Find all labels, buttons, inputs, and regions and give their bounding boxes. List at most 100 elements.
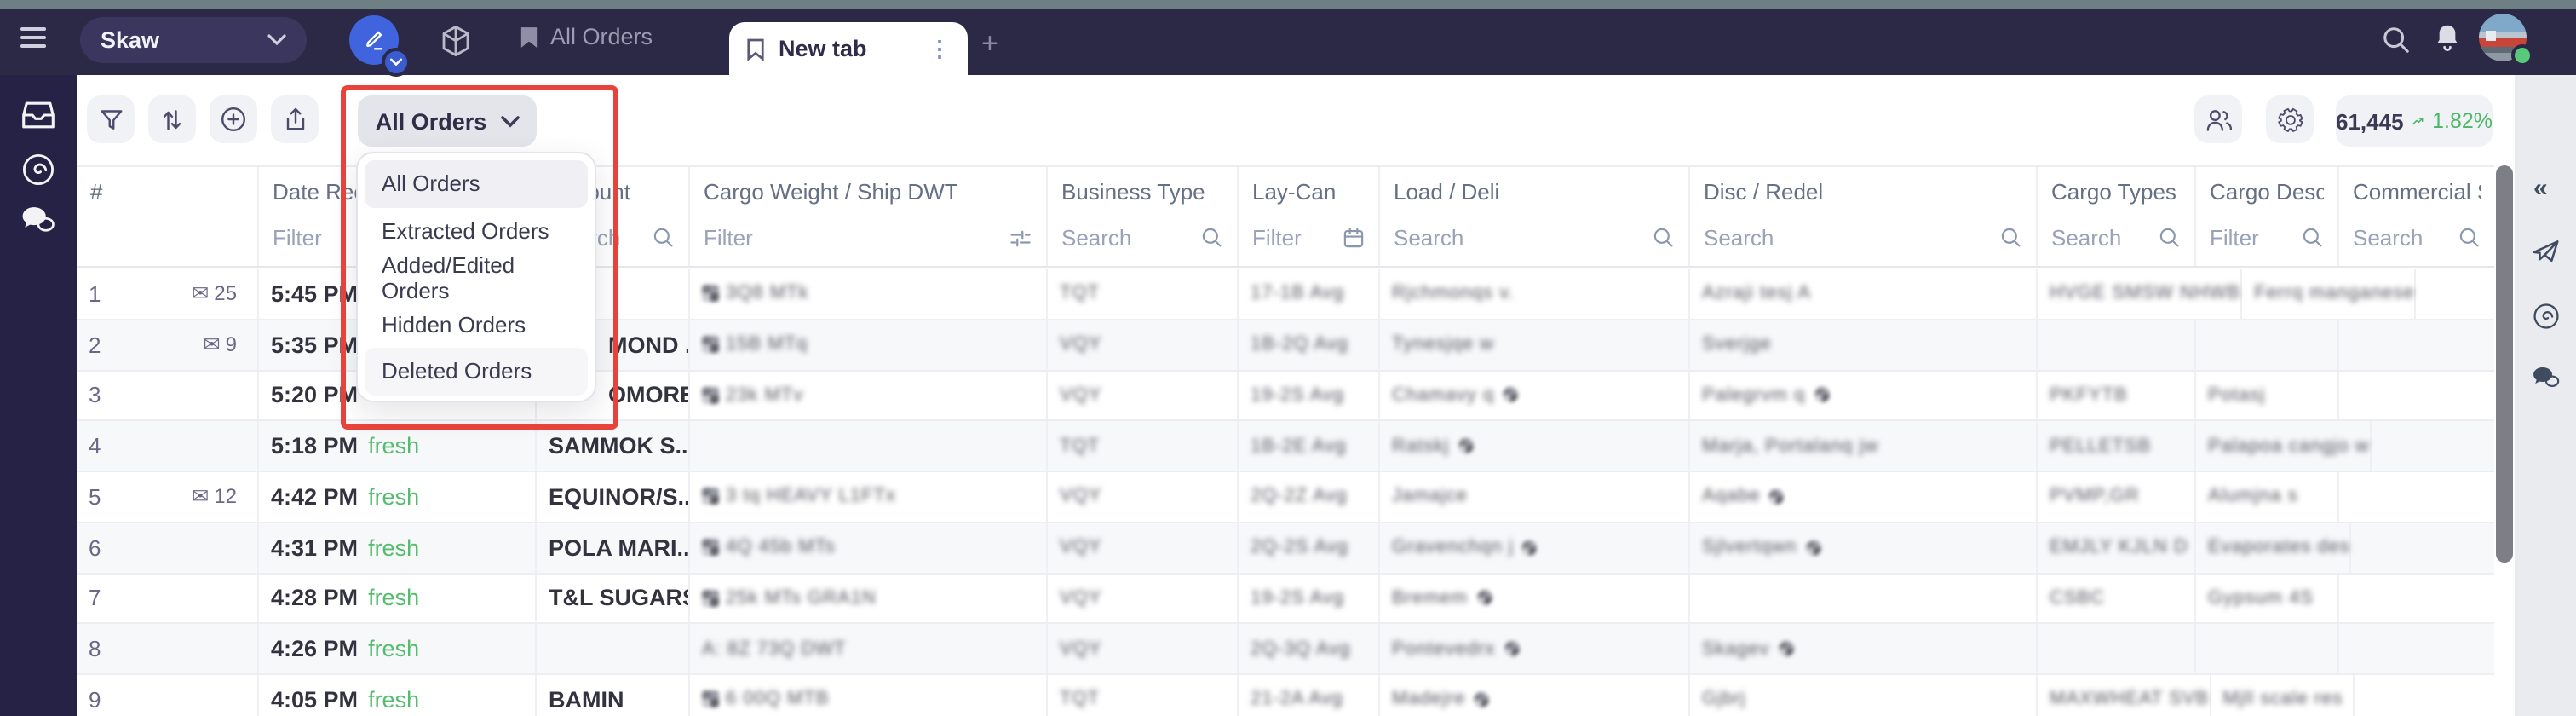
filter-placeholder: Filter [273, 225, 322, 251]
redacted-text: Gjbrj [1702, 690, 1745, 710]
redacted-text: Alumjna s [2208, 487, 2298, 507]
column-filter-input[interactable]: Filter [1252, 225, 1365, 251]
envelope-icon: ✉ [204, 334, 221, 355]
redacted-text: A: 8Z 73Q DWT [702, 638, 847, 659]
trend-percent: 1.82% [2432, 109, 2493, 133]
table-row[interactable]: 74:28 PMfreshT&L SUGARS25k MTs GRA1NVQY1… [77, 574, 2494, 625]
cell-comm-redacted [2417, 269, 2494, 319]
inbox-icon[interactable] [20, 99, 56, 131]
view-selector-button[interactable]: All Orders [358, 95, 537, 147]
account-name: T&L SUGARS [549, 586, 690, 611]
column-search-input[interactable]: Search [1394, 225, 1675, 251]
filter-button[interactable] [87, 95, 135, 143]
search-icon[interactable] [2382, 26, 2411, 55]
redacted-text: 1B-2Q Avg [1251, 334, 1348, 355]
menu-item-hidden-orders[interactable]: Hidden Orders [365, 301, 588, 348]
magnifier-icon [2458, 227, 2481, 249]
cell-account: POLA MARI... [537, 523, 690, 573]
column-label: Business Type [1061, 179, 1223, 205]
collapse-panel-icon[interactable]: « [2533, 174, 2548, 203]
column-search-input[interactable]: Search [1061, 225, 1223, 251]
column-header-cdesc: Cargo Desc.Filter [2196, 167, 2339, 266]
column-search-input[interactable]: Search [2353, 225, 2481, 251]
mail-count-badge[interactable]: ✉25 [192, 282, 257, 306]
received-time: 5:18 PM [271, 433, 358, 459]
row-number: 2 [89, 332, 101, 357]
hamburger-menu-icon[interactable] [20, 27, 46, 48]
row-number: 9 [89, 687, 101, 713]
tab-new-tab[interactable]: New tab ⋮ [729, 22, 968, 75]
column-search-input[interactable]: Search [1704, 225, 2022, 251]
export-button[interactable] [271, 95, 319, 143]
window-top-strip [0, 0, 2576, 9]
table-row[interactable]: 5✉124:42 PMfreshEQUINOR/S...3 tq HEAVY L… [77, 472, 2494, 523]
people-icon [2204, 107, 2233, 132]
pinned-tab-all-orders[interactable]: All Orders [520, 24, 653, 49]
received-time: 5:35 PM [271, 332, 358, 357]
redacted-text: 21-2A Avg [1251, 690, 1343, 710]
menu-item-extracted-orders[interactable]: Extracted Orders [365, 207, 588, 254]
column-label: Cargo Types [2051, 179, 2181, 205]
vertical-scrollbar-thumb[interactable] [2495, 165, 2512, 563]
redacted-text: Rjchmonqs v. [1392, 284, 1515, 304]
cell-comm-redacted [2339, 625, 2494, 674]
share-export-icon [282, 106, 308, 133]
compose-dropdown-badge[interactable] [382, 48, 411, 77]
table-row[interactable]: 94:05 PMfreshBAMIN6 00Q MTBTQT21-2A AvgM… [77, 675, 2494, 716]
mail-count-badge[interactable]: ✉9 [204, 332, 258, 356]
chat-bubbles-icon[interactable] [20, 205, 56, 235]
redacted-text: Sverjge [1702, 334, 1772, 355]
cell-load-redacted: Ratskj [1380, 422, 1690, 471]
cell-disc-redacted: Skagev [1690, 625, 2038, 674]
menu-item-all-orders[interactable]: All Orders [365, 160, 588, 207]
cell-ctype-redacted: HVGE SMSW NHWB [2038, 269, 2242, 319]
column-label: Commercial S [2353, 179, 2481, 205]
cell-cargo-redacted: 3 tq HEAVY L1FTx [690, 472, 1048, 522]
redacted-icon [1806, 540, 1821, 555]
bookmark-outline-icon [746, 37, 765, 61]
paper-plane-icon[interactable] [2532, 239, 2561, 264]
cube-icon[interactable] [438, 22, 474, 60]
redacted-icon [1476, 591, 1492, 606]
column-header-comm: Commercial S Search [2339, 167, 2494, 266]
column-filter-input[interactable]: Filter [2210, 225, 2324, 251]
redacted-text: 19-2S Avg [1251, 588, 1344, 609]
sort-button[interactable] [148, 95, 196, 143]
redacted-text: Skagev [1702, 638, 1769, 659]
menu-item-added-edited-orders[interactable]: Added/Edited Orders [365, 254, 588, 301]
redacted-icon [1475, 692, 1490, 707]
cell-cdesc-redacted: Alumjna s [2196, 472, 2339, 522]
settings-button[interactable] [2266, 95, 2314, 143]
column-label: Cargo Weight / Ship DWT [704, 179, 1032, 205]
magnifier-icon [1201, 227, 1223, 249]
radar-spiral-icon[interactable] [2532, 302, 2561, 331]
redacted-text: TQT [1060, 284, 1100, 304]
redacted-text: Azraji tesj A [1702, 284, 1811, 304]
table-row[interactable]: 64:31 PMfreshPOLA MARI...4Q 45b MTsVQY2Q… [77, 523, 2494, 575]
redacted-text: Gypsum 4S [2208, 588, 2314, 609]
column-filter-input[interactable]: Filter [704, 225, 1032, 251]
cell-comm-redacted [2339, 472, 2494, 522]
cell-row-number: 7 [77, 574, 259, 623]
new-tab-button[interactable]: + [981, 29, 998, 58]
tab-options-kebab-icon[interactable]: ⋮ [929, 35, 951, 62]
menu-item-deleted-orders[interactable]: Deleted Orders [365, 348, 588, 395]
table-row[interactable]: 45:18 PMfreshSAMMOK S...TQT1B-2E AvgRats… [77, 422, 2494, 473]
add-button[interactable] [210, 95, 257, 143]
left-sidebar [0, 75, 77, 716]
chat-bubbles-icon[interactable] [2532, 365, 2561, 390]
table-row[interactable]: 84:26 PMfreshA: 8Z 73Q DWTVQY2Q-3Q AvgPo… [77, 625, 2494, 676]
magnifier-icon [1653, 227, 1675, 249]
notifications-bell-icon[interactable] [2433, 22, 2462, 55]
magnifier-icon [2302, 227, 2324, 249]
cell-ctype-redacted: PVMP,GR [2038, 472, 2196, 522]
radar-spiral-icon[interactable] [20, 152, 56, 188]
column-search-input[interactable]: Search [2051, 225, 2181, 251]
redacted-text: 2Q-3Q Avg [1251, 638, 1350, 659]
cell-disc-redacted: Gjbrj [1690, 675, 2038, 716]
trend-up-icon [2412, 113, 2424, 130]
mail-count-badge[interactable]: ✉12 [192, 485, 257, 509]
team-members-button[interactable] [2194, 95, 2242, 143]
workspace-selector[interactable]: Skaw [80, 17, 307, 63]
redacted-icon [1503, 388, 1518, 403]
